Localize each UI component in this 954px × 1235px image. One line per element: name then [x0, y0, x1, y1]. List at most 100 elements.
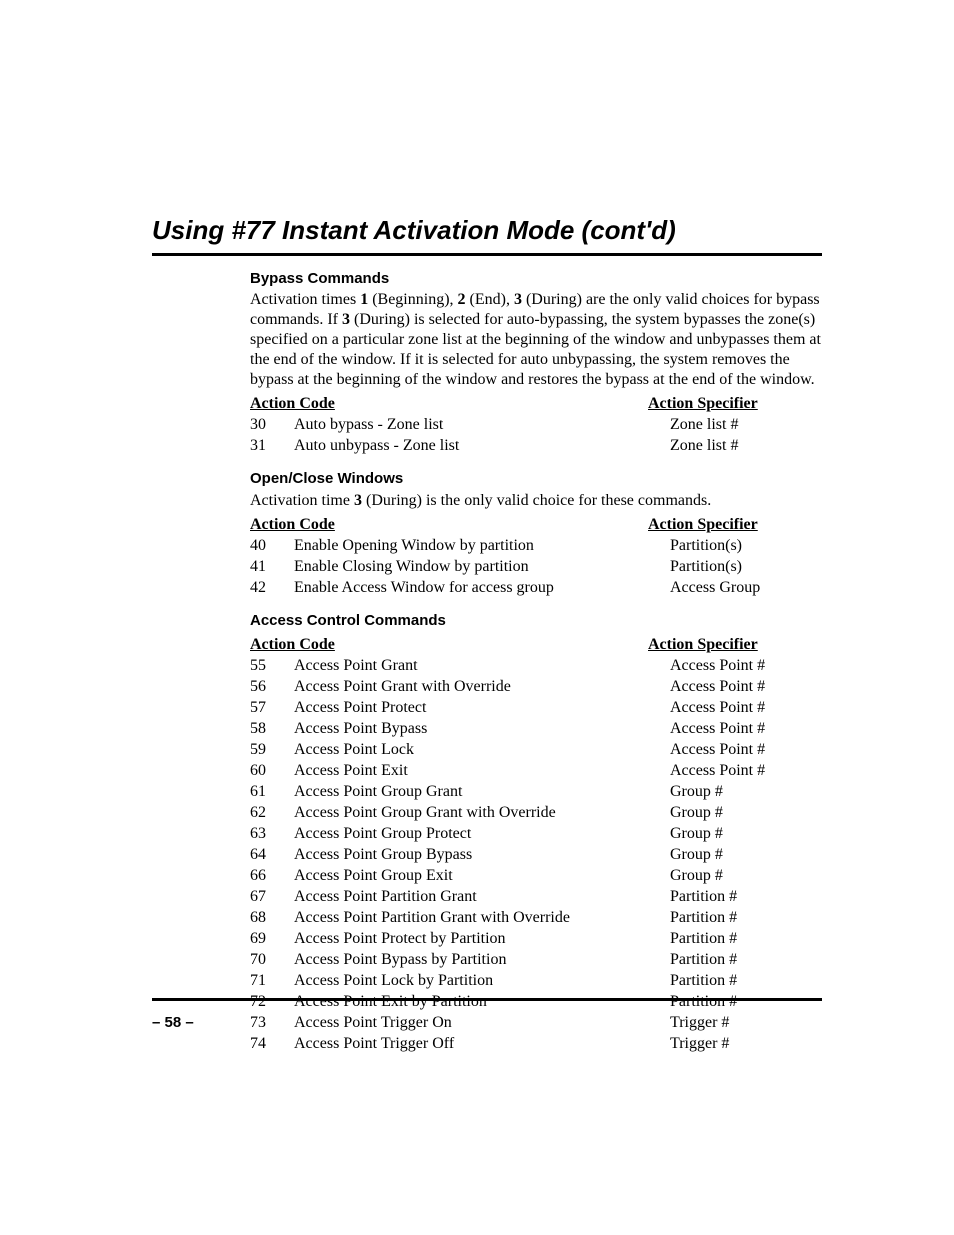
- action-code: 58: [250, 719, 294, 739]
- action-specifier: Partition #: [670, 908, 822, 928]
- action-description: Access Point Partition Grant with Overri…: [294, 908, 670, 928]
- action-specifier: Trigger #: [670, 1034, 822, 1054]
- table-row: 42Enable Access Window for access groupA…: [250, 578, 822, 598]
- openclose-rows: 40Enable Opening Window by partitionPart…: [250, 536, 822, 598]
- action-code: 73: [250, 1013, 294, 1033]
- table-row: 41Enable Closing Window by partitionPart…: [250, 557, 822, 577]
- action-specifier: Access Point #: [670, 656, 822, 676]
- action-description: Access Point Group Exit: [294, 866, 670, 886]
- action-description: Access Point Grant with Override: [294, 677, 670, 697]
- bypass-heading: Bypass Commands: [250, 270, 822, 289]
- action-specifier: Access Point #: [670, 761, 822, 781]
- action-description: Enable Access Window for access group: [294, 578, 670, 598]
- bold-3b: 3: [342, 311, 350, 328]
- page-title: Using #77 Instant Activation Mode (cont'…: [152, 214, 822, 256]
- table-row: 30Auto bypass - Zone listZone list #: [250, 415, 822, 435]
- action-description: Access Point Group Grant: [294, 782, 670, 802]
- table-row: 60Access Point ExitAccess Point #: [250, 761, 822, 781]
- footer-rule: [152, 998, 822, 1001]
- action-specifier: Group #: [670, 824, 822, 844]
- action-code: 31: [250, 436, 294, 456]
- action-specifier: Group #: [670, 782, 822, 802]
- text: Activation time: [250, 492, 354, 509]
- action-specifier: Partition #: [670, 992, 822, 1012]
- table-row: 71Access Point Lock by PartitionPartitio…: [250, 971, 822, 991]
- table-row: 56Access Point Grant with OverrideAccess…: [250, 677, 822, 697]
- text: (During) is the only valid choice for th…: [362, 492, 711, 509]
- table-row: 67Access Point Partition GrantPartition …: [250, 887, 822, 907]
- access-heading: Access Control Commands: [250, 612, 822, 631]
- action-code: 63: [250, 824, 294, 844]
- action-specifier: Trigger #: [670, 1013, 822, 1033]
- table-row: 66Access Point Group ExitGroup #: [250, 866, 822, 886]
- action-specifier: Group #: [670, 845, 822, 865]
- table-row: 57Access Point ProtectAccess Point #: [250, 698, 822, 718]
- action-description: Auto bypass - Zone list: [294, 415, 670, 435]
- text: (Beginning),: [368, 291, 457, 308]
- action-code: 62: [250, 803, 294, 823]
- action-code: 57: [250, 698, 294, 718]
- action-description: Access Point Exit: [294, 761, 670, 781]
- bypass-paragraph: Activation times 1 (Beginning), 2 (End),…: [250, 290, 822, 390]
- page: Using #77 Instant Activation Mode (cont'…: [0, 0, 954, 1235]
- action-code: 74: [250, 1034, 294, 1054]
- action-description: Enable Closing Window by partition: [294, 557, 670, 577]
- action-code: 55: [250, 656, 294, 676]
- action-specifier: Group #: [670, 803, 822, 823]
- action-code: 66: [250, 866, 294, 886]
- access-rows: 55Access Point GrantAccess Point #56Acce…: [250, 656, 822, 1054]
- action-description: Access Point Partition Grant: [294, 887, 670, 907]
- action-description: Access Point Trigger Off: [294, 1034, 670, 1054]
- table-row: 73Access Point Trigger OnTrigger #: [250, 1013, 822, 1033]
- table-row: 62Access Point Group Grant with Override…: [250, 803, 822, 823]
- col-action-specifier: Action Specifier: [648, 394, 822, 414]
- bypass-column-headers: Action Code Action Specifier: [250, 394, 822, 414]
- action-description: Access Point Protect by Partition: [294, 929, 670, 949]
- table-row: 64Access Point Group BypassGroup #: [250, 845, 822, 865]
- action-code: 68: [250, 908, 294, 928]
- action-code: 71: [250, 971, 294, 991]
- action-code: 42: [250, 578, 294, 598]
- action-description: Access Point Grant: [294, 656, 670, 676]
- col-action-code: Action Code: [250, 515, 648, 535]
- col-action-code: Action Code: [250, 394, 648, 414]
- action-specifier: Zone list #: [670, 415, 822, 435]
- action-specifier: Partition #: [670, 929, 822, 949]
- action-specifier: Partition(s): [670, 536, 822, 556]
- action-code: 60: [250, 761, 294, 781]
- action-specifier: Access Point #: [670, 719, 822, 739]
- action-code: 72: [250, 992, 294, 1012]
- bold-3: 3: [354, 492, 362, 509]
- action-description: Access Point Bypass: [294, 719, 670, 739]
- action-code: 30: [250, 415, 294, 435]
- table-row: 59Access Point LockAccess Point #: [250, 740, 822, 760]
- action-description: Auto unbypass - Zone list: [294, 436, 670, 456]
- col-action-specifier: Action Specifier: [648, 635, 822, 655]
- table-row: 63Access Point Group ProtectGroup #: [250, 824, 822, 844]
- action-description: Access Point Bypass by Partition: [294, 950, 670, 970]
- action-specifier: Partition(s): [670, 557, 822, 577]
- action-specifier: Partition #: [670, 971, 822, 991]
- table-row: 69Access Point Protect by PartitionParti…: [250, 929, 822, 949]
- action-code: 41: [250, 557, 294, 577]
- action-description: Access Point Group Protect: [294, 824, 670, 844]
- action-description: Access Point Trigger On: [294, 1013, 670, 1033]
- content: Using #77 Instant Activation Mode (cont'…: [152, 214, 822, 1054]
- action-description: Access Point Protect: [294, 698, 670, 718]
- table-row: 31Auto unbypass - Zone listZone list #: [250, 436, 822, 456]
- action-specifier: Access Point #: [670, 698, 822, 718]
- access-column-headers: Action Code Action Specifier: [250, 635, 822, 655]
- action-description: Access Point Exit by Partition: [294, 992, 670, 1012]
- col-action-specifier: Action Specifier: [648, 515, 822, 535]
- action-description: Access Point Group Bypass: [294, 845, 670, 865]
- body: Bypass Commands Activation times 1 (Begi…: [250, 270, 822, 1054]
- text: (End),: [466, 291, 514, 308]
- table-row: 55Access Point GrantAccess Point #: [250, 656, 822, 676]
- openclose-paragraph: Activation time 3 (During) is the only v…: [250, 491, 822, 511]
- action-description: Access Point Group Grant with Override: [294, 803, 670, 823]
- page-number: – 58 –: [152, 1014, 194, 1033]
- table-row: 40Enable Opening Window by partitionPart…: [250, 536, 822, 556]
- bold-2: 2: [458, 291, 466, 308]
- action-code: 64: [250, 845, 294, 865]
- action-code: 67: [250, 887, 294, 907]
